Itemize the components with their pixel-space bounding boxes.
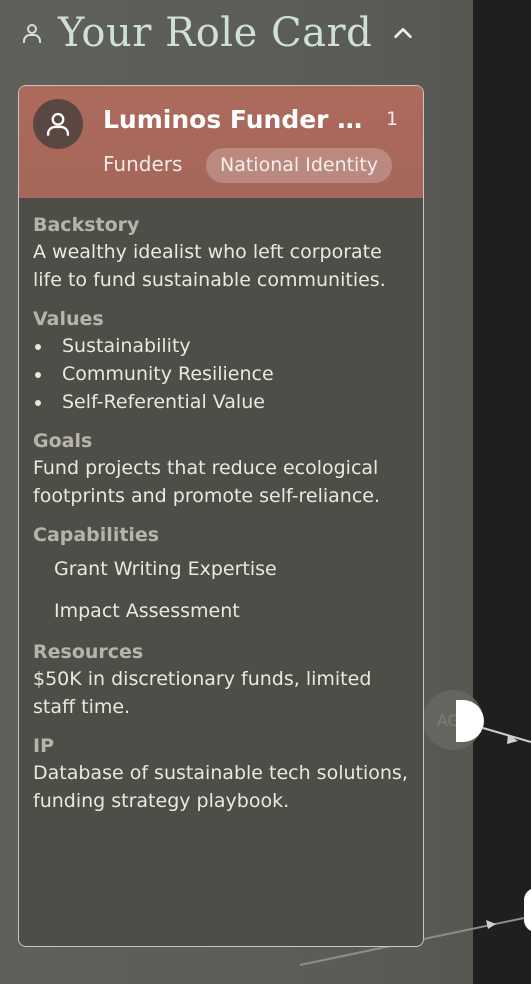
backstory-section: Backstory A wealthy idealist who left co… [33,212,409,294]
ip-section: IP Database of sustainable tech solution… [33,733,409,815]
avatar [33,99,83,149]
section-title: Resources [33,641,144,663]
role-card: Luminos Funder Network 1 Funders Nationa… [18,85,424,947]
capabilities-section: Capabilities Grant Writing Expertise Imp… [33,522,409,625]
chevron-up-icon[interactable] [392,22,414,44]
section-title: Capabilities [33,524,160,546]
role-card-header[interactable]: Your Role Card [20,10,414,56]
identity-badge: National Identity [206,148,393,183]
edge-arrowhead [486,920,496,929]
role-card-body: Backstory A wealthy idealist who left co… [19,198,423,815]
section-title: Goals [33,430,93,452]
values-list: Sustainability Community Resilience Self… [33,332,409,416]
values-section: Values Sustainability Community Resilien… [33,306,409,416]
person-icon [46,112,70,136]
role-group: Funders [103,152,183,176]
list-item: Sustainability [33,332,409,360]
goals-text: Fund projects that reduce ecological foo… [33,457,381,507]
list-item: Community Resilience [33,360,409,388]
page-title: Your Role Card [58,10,373,56]
capability-item: Grant Writing Expertise [54,558,277,580]
graph-edge [482,727,531,743]
section-title: IP [33,735,54,757]
resources-text: $50K in discretionary funds, limited sta… [33,668,372,718]
edge-arrowhead [507,734,518,744]
backstory-text: A wealthy idealist who left corporate li… [33,241,386,291]
role-card-header-band: Luminos Funder Network 1 Funders Nationa… [19,86,423,198]
graph-node[interactable] [524,888,531,932]
goals-section: Goals Fund projects that reduce ecologic… [33,428,409,510]
role-count: 1 [386,108,399,130]
role-name: Luminos Funder Network [103,105,379,134]
person-icon [23,24,41,43]
ip-text: Database of sustainable tech solutions, … [33,762,408,812]
capability-item: Impact Assessment [54,600,240,622]
resources-section: Resources $50K in discretionary funds, l… [33,639,409,721]
list-item: Self-Referential Value [33,388,409,416]
section-title: Values [33,308,104,330]
section-title: Backstory [33,214,140,236]
